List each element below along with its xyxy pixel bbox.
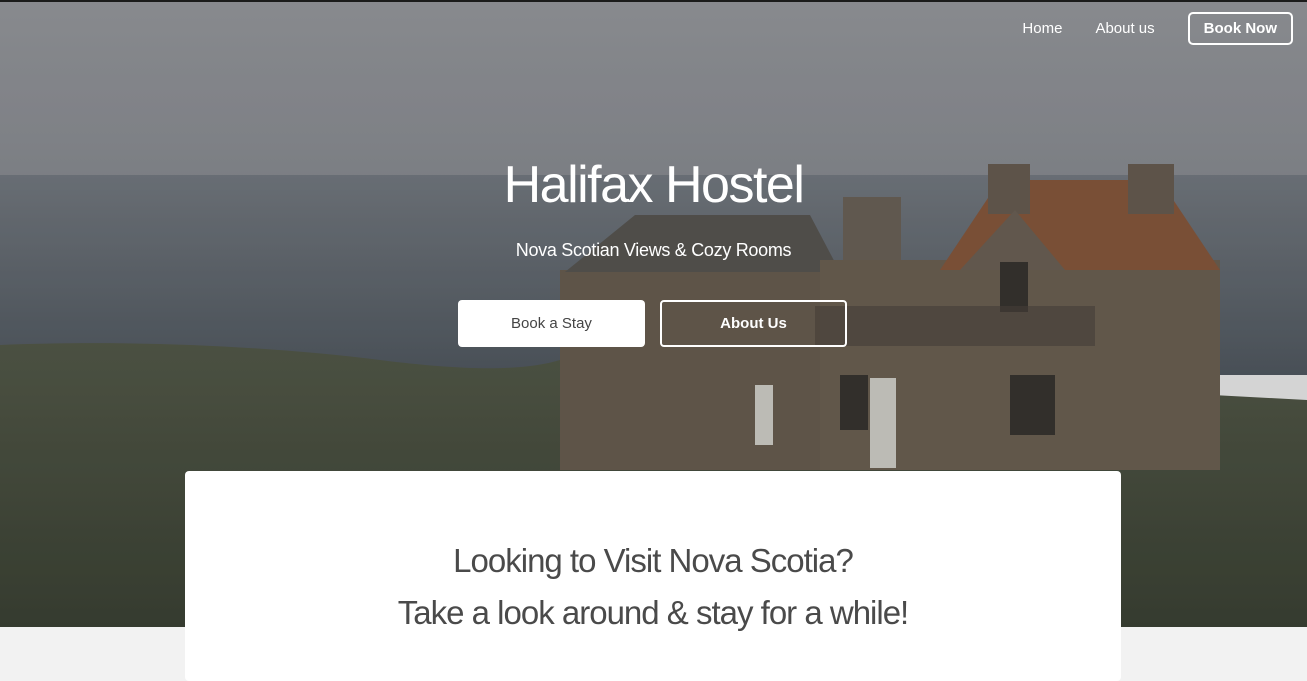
intro-heading-line-1: Looking to Visit Nova Scotia? <box>453 542 854 579</box>
hero-title: Halifax Hostel <box>503 156 805 214</box>
hero-copy: Halifax Hostel Nova Scotian Views & Cozy… <box>0 150 1307 261</box>
nav-link-home[interactable]: Home <box>1022 20 1062 37</box>
book-now-button[interactable]: Book Now <box>1187 12 1293 45</box>
hero-subtitle: Nova Scotian Views & Cozy Rooms <box>515 240 792 260</box>
top-border <box>0 0 1307 2</box>
book-a-stay-button[interactable]: Book a Stay <box>458 300 645 347</box>
intro-card: Looking to Visit Nova Scotia? Take a loo… <box>185 471 1121 681</box>
intro-heading-line-2: Take a look around & stay for a while! <box>397 594 909 631</box>
about-us-button[interactable]: About Us <box>660 300 847 347</box>
top-navigation: Home About us Book Now <box>1022 12 1293 45</box>
hero-actions: Book a Stay About Us <box>458 300 847 347</box>
nav-link-about[interactable]: About us <box>1095 20 1154 37</box>
